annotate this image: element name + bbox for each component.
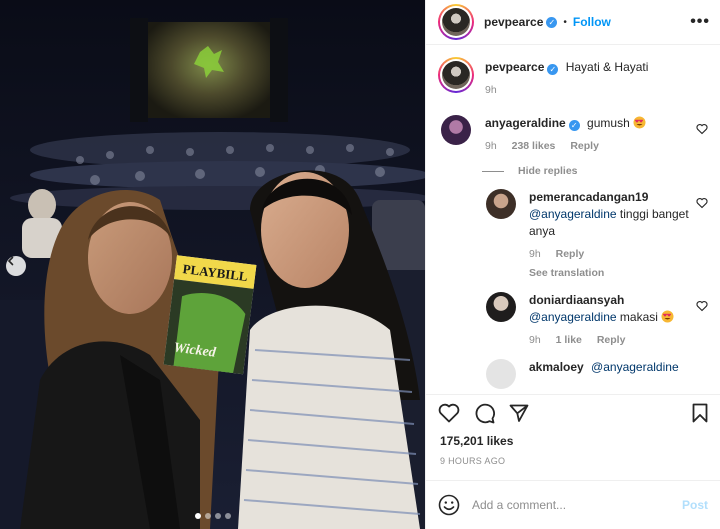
more-options-icon[interactable]: ••• [690, 13, 710, 31]
see-translation-button[interactable]: See translation [529, 265, 690, 282]
caption-text: Hayati & Hayati [565, 60, 649, 75]
post-comment-button[interactable]: Post [682, 498, 708, 512]
reply-text: makasi [619, 310, 658, 325]
replier-avatar[interactable] [486, 359, 516, 390]
reply-time: 9h [529, 334, 541, 347]
playbill: PLAYBILL Wicked [163, 255, 257, 375]
author-username[interactable]: pevpearce [484, 15, 543, 29]
photo-illustration: PLAYBILL Wicked [0, 0, 425, 529]
reply-username[interactable]: pemerancadangan19 [529, 190, 648, 204]
reply-button[interactable]: Reply [597, 334, 626, 346]
comment-composer: Add a comment... Post [426, 479, 720, 529]
replier-avatar[interactable] [486, 189, 516, 220]
caption-username[interactable]: pevpearce [485, 60, 544, 74]
post-header: pevpearce ✓ • Follow ••• [426, 0, 720, 46]
verified-badge-icon: ✓ [547, 64, 559, 76]
reply-button[interactable]: Reply [570, 140, 599, 152]
comments-list[interactable]: pevpearce ✓ Hayati & Hayati 9h anyagerald… [426, 45, 720, 394]
verified-badge-icon: ✓ [546, 16, 558, 28]
author-avatar[interactable] [438, 4, 474, 41]
emoji-smiley-icon[interactable] [438, 494, 460, 516]
comment-likes[interactable]: 238 likes [512, 140, 556, 152]
comment-bubble-icon[interactable] [474, 403, 495, 424]
heart-eyes-emoji-icon [633, 116, 646, 129]
post-timestamp: 9 HOURS AGO [440, 455, 506, 466]
reply-button[interactable]: Reply [556, 248, 585, 260]
hide-replies-button[interactable]: Hide replies [482, 165, 708, 177]
follow-button[interactable]: Follow [573, 15, 611, 29]
reply-item: pemerancadangan19 @anyageraldine tinggi … [486, 189, 708, 282]
like-comment-heart-icon[interactable] [696, 197, 708, 209]
like-comment-heart-icon[interactable] [696, 123, 708, 135]
post-actions-bar [426, 394, 720, 431]
verified-badge-icon: ✓ [568, 120, 580, 132]
commenter-avatar[interactable] [441, 115, 471, 146]
share-paper-plane-icon[interactable] [509, 403, 529, 423]
carousel-dot [214, 513, 221, 519]
caption-time: 9h [485, 84, 497, 97]
heart-eyes-emoji-icon [661, 310, 674, 323]
divider-line [482, 170, 504, 172]
likes-count[interactable]: 175,201 likes [426, 432, 720, 448]
comment-text: gumush [587, 116, 630, 131]
reply-likes[interactable]: 1 like [556, 334, 582, 346]
comment-username[interactable]: anyageraldine [485, 116, 566, 130]
chevron-left-icon [7, 256, 14, 266]
like-heart-icon[interactable] [438, 403, 460, 423]
carousel-dots [0, 513, 425, 519]
comment-time: 9h [485, 140, 497, 153]
caption: pevpearce ✓ Hayati & Hayati 9h [438, 57, 708, 99]
comment-input[interactable]: Add a comment... [472, 498, 682, 512]
replier-avatar[interactable] [486, 292, 516, 323]
carousel-dot [204, 513, 211, 519]
reply-mention[interactable]: @anyageraldine [529, 207, 617, 221]
reply-time: 9h [529, 248, 541, 261]
reply-item: akmaloey @anyageraldine [486, 359, 708, 390]
reply-mention[interactable]: @anyageraldine [529, 310, 617, 324]
comment-item: anyageraldine ✓ gumush 9h 238 likes Reply [438, 115, 708, 155]
reply-username[interactable]: akmaloey [529, 360, 584, 374]
reply-mention[interactable]: @anyageraldine [591, 360, 679, 374]
carousel-dot [194, 513, 201, 519]
carousel-dot [224, 513, 231, 519]
reply-username[interactable]: doniardiaansyah [529, 293, 624, 307]
hide-replies-label: Hide replies [518, 165, 578, 178]
reply-item: doniardiaansyah @anyageraldine makasi 9h… [486, 292, 708, 349]
instagram-post-modal: PLAYBILL Wicked pevpearce ✓ • Follow ••• [0, 0, 720, 529]
save-bookmark-icon[interactable] [692, 403, 708, 423]
caption-author-avatar[interactable] [438, 57, 474, 94]
post-photo[interactable]: PLAYBILL Wicked [0, 0, 425, 529]
separator-dot: • [563, 16, 567, 28]
carousel-prev-button[interactable] [6, 256, 26, 276]
post-side-panel: pevpearce ✓ • Follow ••• pevpearce ✓ Haya… [425, 0, 720, 529]
like-comment-heart-icon[interactable] [696, 300, 708, 312]
